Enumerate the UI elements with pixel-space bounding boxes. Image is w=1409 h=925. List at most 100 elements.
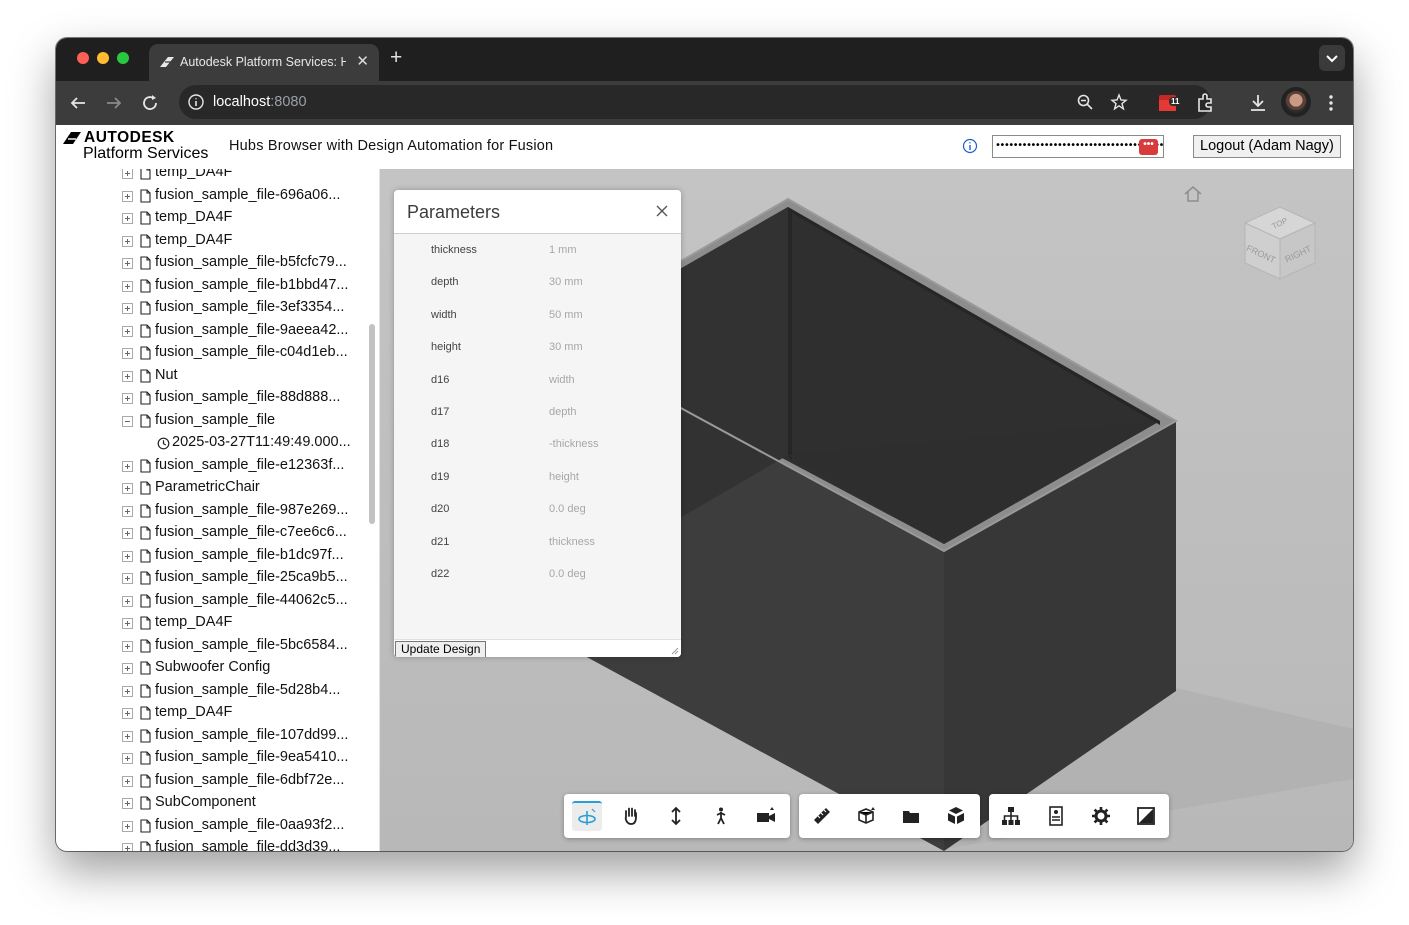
tree-item[interactable]: fusion_sample_file-b1bbd47... (56, 275, 366, 298)
expand-toggle-icon[interactable] (122, 258, 133, 269)
site-info-icon[interactable] (187, 93, 205, 111)
parameter-value[interactable]: height (549, 471, 579, 483)
more-menu-icon[interactable] (1319, 91, 1343, 115)
expand-toggle-icon[interactable] (122, 663, 133, 674)
tree-item[interactable]: Nut (56, 365, 366, 388)
tree-item[interactable]: fusion_sample_file-696a06... (56, 185, 366, 208)
parameter-value[interactable]: width (549, 374, 575, 386)
properties-tool[interactable] (1041, 801, 1071, 831)
expand-toggle-icon[interactable] (122, 595, 133, 607)
reload-icon[interactable] (138, 91, 162, 115)
tree-item[interactable]: SubComponent (56, 792, 366, 815)
tree-version-item[interactable]: 2025-03-27T11:49:49.000... (56, 432, 366, 455)
back-arrow-icon[interactable] (66, 91, 90, 115)
expand-toggle-icon[interactable] (122, 460, 133, 472)
tree-item[interactable]: fusion_sample_file-b5fcfc79... (56, 252, 366, 275)
tree-item[interactable]: fusion_sample_file-88d888... (56, 387, 366, 410)
expand-toggle-icon[interactable] (122, 370, 133, 382)
first-person-tool[interactable] (706, 801, 736, 831)
home-icon[interactable] (1183, 185, 1203, 203)
forge-viewer[interactable]: TOP FRONT RIGHT Parameters thickness 1 mm… (380, 169, 1353, 851)
download-icon[interactable] (1246, 91, 1270, 115)
parameter-row[interactable]: height 30 mm (394, 339, 681, 359)
browser-tab[interactable]: Autodesk Platform Services: Hubs Browser… (149, 44, 379, 81)
parameter-row[interactable]: d22 0.0 deg (394, 566, 681, 586)
expand-toggle-icon[interactable] (122, 190, 133, 202)
explode-tool[interactable] (896, 801, 926, 831)
tree-item[interactable]: fusion_sample_file-0aa93f2... (56, 815, 366, 838)
expand-toggle-icon[interactable] (122, 325, 133, 337)
forward-arrow-icon[interactable] (102, 91, 126, 115)
expand-toggle-icon[interactable] (122, 393, 133, 404)
tree-item[interactable]: fusion_sample_file-e12363f... (56, 455, 366, 478)
expand-toggle-icon[interactable] (122, 618, 133, 629)
tree-item[interactable]: ParametricChair (56, 477, 366, 500)
tree-scrollbar[interactable] (369, 324, 375, 524)
tree-item[interactable]: temp_DA4F (56, 169, 366, 185)
logout-button[interactable]: Logout (Adam Nagy) (1193, 135, 1341, 158)
parameter-value[interactable]: 1 mm (549, 244, 577, 256)
parameter-row[interactable]: d16 width (394, 372, 681, 392)
tree-item[interactable]: Subwoofer Config (56, 657, 366, 680)
tree-item[interactable]: temp_DA4F (56, 207, 366, 230)
parameter-row[interactable]: thickness 1 mm (394, 242, 681, 262)
parameter-value[interactable]: 50 mm (549, 309, 583, 321)
expand-toggle-icon[interactable] (122, 775, 133, 787)
parameter-row[interactable]: d17 depth (394, 404, 681, 424)
expand-toggle-icon[interactable] (122, 843, 133, 851)
tree-item[interactable]: temp_DA4F (56, 230, 366, 253)
expand-toggle-icon[interactable] (122, 640, 133, 652)
parameter-row[interactable]: depth 30 mm (394, 274, 681, 294)
pan-tool[interactable] (616, 801, 646, 831)
tree-item[interactable]: fusion_sample_file-107dd99... (56, 725, 366, 748)
settings-tool[interactable] (1086, 801, 1116, 831)
structure-tool[interactable] (996, 801, 1026, 831)
expand-toggle-icon[interactable] (122, 235, 133, 247)
camera-tool[interactable] (751, 801, 781, 831)
parameter-value[interactable]: -thickness (549, 438, 599, 450)
orbit-tool[interactable] (572, 801, 602, 831)
tree-item[interactable]: fusion_sample_file-6dbf72e... (56, 770, 366, 793)
tree-item[interactable]: fusion_sample_file-b1dc97f... (56, 545, 366, 568)
tree-item[interactable]: fusion_sample_file (56, 410, 366, 433)
tree-item[interactable]: fusion_sample_file-5bc6584... (56, 635, 366, 658)
close-icon[interactable] (655, 204, 669, 218)
zoom-tool[interactable] (661, 801, 691, 831)
expand-toggle-icon[interactable] (122, 798, 133, 809)
parameter-value[interactable]: 0.0 deg (549, 568, 586, 580)
info-icon[interactable] (962, 138, 978, 154)
tree-item[interactable]: fusion_sample_file-9ea5410... (56, 747, 366, 770)
parameter-row[interactable]: width 50 mm (394, 307, 681, 327)
parameter-value[interactable]: 0.0 deg (549, 503, 586, 515)
expand-toggle-icon[interactable] (122, 483, 133, 494)
expand-toggle-icon[interactable] (122, 573, 133, 584)
address-bar[interactable]: localhost:8080 (179, 85, 1211, 119)
tree-item[interactable]: fusion_sample_file-44062c5... (56, 590, 366, 613)
tree-item[interactable]: fusion_sample_file-dd3d39... (56, 837, 366, 851)
tree-item[interactable]: fusion_sample_file-3ef3354... (56, 297, 366, 320)
profile-avatar[interactable] (1281, 87, 1311, 117)
parameter-value[interactable]: 30 mm (549, 276, 583, 288)
tree-item[interactable]: fusion_sample_file-25ca9b5... (56, 567, 366, 590)
extensions-puzzle-icon[interactable] (1193, 91, 1217, 115)
tab-close-icon[interactable]: ✕ (356, 52, 369, 70)
expand-toggle-icon[interactable] (122, 528, 133, 539)
expand-toggle-icon[interactable] (122, 348, 133, 359)
tree-item[interactable]: fusion_sample_file-9aeea42... (56, 320, 366, 343)
parameter-row[interactable]: d20 0.0 deg (394, 501, 681, 521)
tree-item[interactable]: fusion_sample_file-c7ee6c6... (56, 522, 366, 545)
maximize-window-button[interactable] (117, 52, 129, 64)
section-tool[interactable] (851, 801, 881, 831)
model-browser-tool[interactable] (941, 801, 971, 831)
viewcube[interactable]: TOP FRONT RIGHT (1235, 199, 1325, 289)
parameter-value[interactable]: thickness (549, 536, 595, 548)
parameter-row[interactable]: d19 height (394, 469, 681, 489)
update-design-button[interactable]: Update Design (395, 641, 487, 657)
expand-toggle-icon[interactable] (122, 753, 133, 764)
expand-toggle-icon[interactable] (122, 213, 133, 224)
resize-grip-icon[interactable] (671, 647, 679, 655)
expand-toggle-icon[interactable] (122, 303, 133, 314)
expand-toggle-icon[interactable] (122, 685, 133, 697)
tab-search-button[interactable] (1319, 45, 1345, 71)
parameter-row[interactable]: d21 thickness (394, 534, 681, 554)
